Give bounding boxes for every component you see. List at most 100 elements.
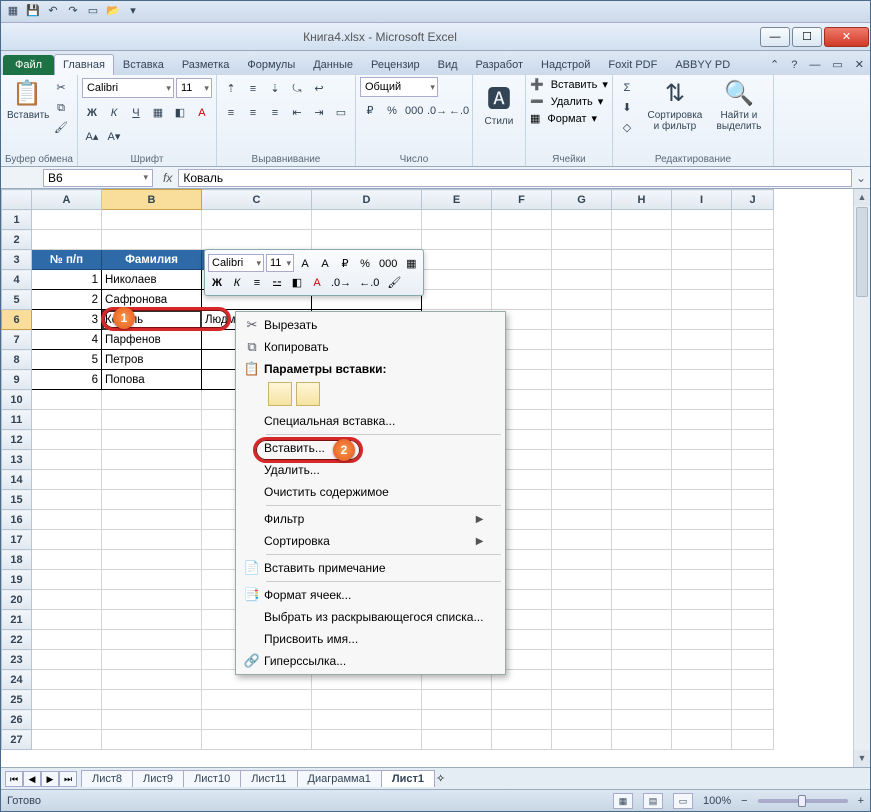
cell-J5[interactable] — [732, 290, 774, 310]
tab-home[interactable]: Главная — [54, 54, 114, 75]
cell-A7[interactable]: 4 — [32, 330, 102, 350]
paste-option-1[interactable] — [268, 382, 292, 406]
cell-B5[interactable]: Сафронова — [102, 290, 202, 310]
cell-F1[interactable] — [492, 210, 552, 230]
paste-button[interactable]: 📋 Вставить — [5, 77, 49, 123]
cell-A22[interactable] — [32, 630, 102, 650]
cell-H25[interactable] — [612, 690, 672, 710]
cell-I11[interactable] — [672, 410, 732, 430]
row-header-21[interactable]: 21 — [2, 610, 32, 630]
font-color-button[interactable]: A — [192, 102, 212, 122]
ctx-cut[interactable]: ✂Вырезать — [238, 314, 503, 336]
cell-I25[interactable] — [672, 690, 732, 710]
percent-icon[interactable]: % — [382, 100, 402, 120]
cell-H26[interactable] — [612, 710, 672, 730]
ribbon-minimize-icon[interactable]: ⌃ — [764, 54, 785, 75]
cell-G27[interactable] — [552, 730, 612, 750]
italic-button[interactable]: К — [104, 102, 124, 122]
row-header-12[interactable]: 12 — [2, 430, 32, 450]
cell-A5[interactable]: 2 — [32, 290, 102, 310]
row-header-8[interactable]: 8 — [2, 350, 32, 370]
expand-formula-icon[interactable]: ⌄ — [852, 171, 870, 185]
mini-painter-icon[interactable]: 🖌 — [384, 273, 404, 291]
sheet-tab-Диаграмма1[interactable]: Диаграмма1 — [297, 770, 382, 787]
cell-I9[interactable] — [672, 370, 732, 390]
cell-B9[interactable]: Попова — [102, 370, 202, 390]
tab-abbyy[interactable]: ABBYY PD — [666, 54, 739, 75]
cell-F4[interactable] — [492, 270, 552, 290]
cell-G24[interactable] — [552, 670, 612, 690]
cell-J22[interactable] — [732, 630, 774, 650]
cell-H2[interactable] — [612, 230, 672, 250]
mini-decimal-dec-icon[interactable]: ←.0 — [356, 273, 382, 291]
cell-G3[interactable] — [552, 250, 612, 270]
sheet-tab-Лист1[interactable]: Лист1 — [381, 770, 435, 787]
cell-H20[interactable] — [612, 590, 672, 610]
cell-I4[interactable] — [672, 270, 732, 290]
col-header-I[interactable]: I — [672, 190, 732, 210]
mini-border-icon[interactable]: ⚍ — [268, 273, 286, 291]
ctx-insert-comment[interactable]: 📄Вставить примечание — [238, 557, 503, 579]
tab-addins[interactable]: Надстрой — [532, 54, 599, 75]
ctx-delete[interactable]: Удалить... — [238, 459, 503, 481]
cell-J23[interactable] — [732, 650, 774, 670]
cell-H27[interactable] — [612, 730, 672, 750]
ctx-insert[interactable]: Вставить... — [238, 437, 503, 459]
cell-G7[interactable] — [552, 330, 612, 350]
cell-B17[interactable] — [102, 530, 202, 550]
cell-I20[interactable] — [672, 590, 732, 610]
cell-H12[interactable] — [612, 430, 672, 450]
cell-A10[interactable] — [32, 390, 102, 410]
scroll-up-icon[interactable]: ▲ — [854, 189, 870, 206]
cell-C26[interactable] — [202, 710, 312, 730]
decrease-indent-icon[interactable]: ⇤ — [287, 102, 307, 122]
ctx-pick-from-list[interactable]: Выбрать из раскрывающегося списка... — [238, 606, 503, 628]
cell-A25[interactable] — [32, 690, 102, 710]
tab-foxit[interactable]: Foxit PDF — [599, 54, 666, 75]
cell-A14[interactable] — [32, 470, 102, 490]
row-header-11[interactable]: 11 — [2, 410, 32, 430]
row-header-7[interactable]: 7 — [2, 330, 32, 350]
cell-B23[interactable] — [102, 650, 202, 670]
cell-B21[interactable] — [102, 610, 202, 630]
cell-J10[interactable] — [732, 390, 774, 410]
row-header-5[interactable]: 5 — [2, 290, 32, 310]
cell-B26[interactable] — [102, 710, 202, 730]
scroll-thumb[interactable] — [856, 207, 868, 297]
cell-J8[interactable] — [732, 350, 774, 370]
cell-I3[interactable] — [672, 250, 732, 270]
cell-G17[interactable] — [552, 530, 612, 550]
tab-formulas[interactable]: Формулы — [238, 54, 304, 75]
cell-I15[interactable] — [672, 490, 732, 510]
cell-D27[interactable] — [312, 730, 422, 750]
vertical-scrollbar[interactable]: ▲ ▼ — [853, 189, 870, 767]
qat-more-icon[interactable]: ▾ — [125, 4, 141, 20]
cell-J24[interactable] — [732, 670, 774, 690]
cell-C2[interactable] — [202, 230, 312, 250]
cell-A24[interactable] — [32, 670, 102, 690]
file-tab[interactable]: Файл — [3, 55, 54, 75]
worksheet-grid[interactable]: ABCDEFGHIJ123№ п/пФамилия41Николаев52Саф… — [1, 189, 870, 767]
cell-A8[interactable]: 5 — [32, 350, 102, 370]
mini-percent-icon[interactable]: % — [356, 254, 374, 272]
cells-delete-button[interactable]: ➖ Удалить ▾ — [530, 95, 603, 108]
cell-A15[interactable] — [32, 490, 102, 510]
row-header-6[interactable]: 6 — [2, 310, 32, 330]
cells-insert-button[interactable]: ➕ Вставить ▾ — [530, 78, 608, 91]
mini-shrink-font-icon[interactable]: A — [316, 254, 334, 272]
cell-B13[interactable] — [102, 450, 202, 470]
tab-view[interactable]: Вид — [429, 54, 467, 75]
format-painter-icon[interactable]: 🖌 — [51, 117, 71, 137]
sheet-tab-Лист10[interactable]: Лист10 — [183, 770, 241, 787]
tab-data[interactable]: Данные — [304, 54, 362, 75]
cell-B20[interactable] — [102, 590, 202, 610]
cell-A2[interactable] — [32, 230, 102, 250]
cell-J2[interactable] — [732, 230, 774, 250]
select-all-corner[interactable] — [2, 190, 32, 210]
cell-G21[interactable] — [552, 610, 612, 630]
col-header-D[interactable]: D — [312, 190, 422, 210]
cell-A26[interactable] — [32, 710, 102, 730]
cell-I23[interactable] — [672, 650, 732, 670]
cell-B15[interactable] — [102, 490, 202, 510]
cell-G18[interactable] — [552, 550, 612, 570]
